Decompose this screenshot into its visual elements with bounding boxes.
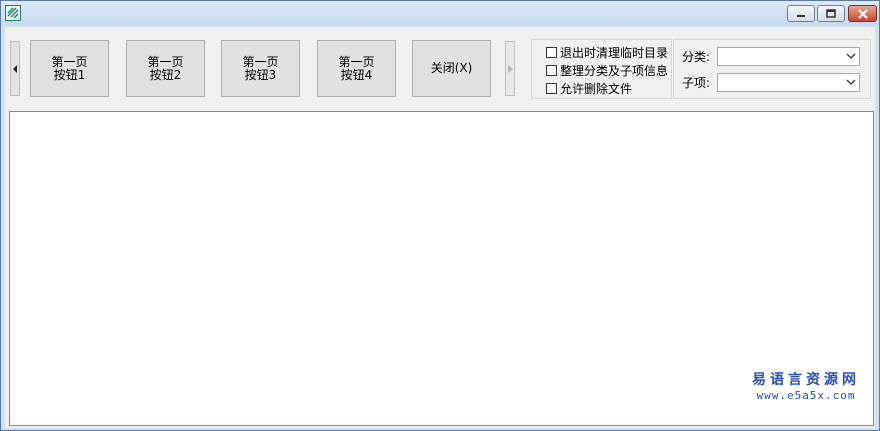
option-clean-temp-dir[interactable]: 退出时清理临时目录 bbox=[546, 45, 669, 60]
main-window: 第一页 按钮1 第一页 按钮2 第一页 按钮3 第一页 按钮4 关闭(X) 退出… bbox=[0, 0, 880, 431]
button-label: 关闭(X) bbox=[430, 61, 473, 75]
button-label-line1: 第一页 bbox=[242, 54, 279, 69]
button-label-line1: 第一页 bbox=[147, 54, 184, 69]
checkbox[interactable] bbox=[546, 82, 557, 94]
checkbox-label: 允许删除文件 bbox=[560, 81, 633, 96]
caret-left-icon bbox=[12, 64, 17, 73]
chevron-down-icon bbox=[846, 79, 856, 85]
close-window-button[interactable]: 关闭(X) bbox=[412, 40, 491, 97]
close-icon bbox=[857, 8, 868, 19]
option-organize-categories[interactable]: 整理分类及子项信息 bbox=[546, 63, 669, 78]
category-dropdown[interactable] bbox=[717, 47, 860, 66]
page1-button3[interactable]: 第一页 按钮3 bbox=[221, 40, 300, 97]
scroll-left-button[interactable] bbox=[10, 41, 20, 96]
maximize-button[interactable] bbox=[817, 5, 845, 22]
scroll-right-button[interactable] bbox=[505, 41, 515, 96]
watermark: 易语言资源网 www.e5a5x.com bbox=[746, 369, 866, 402]
page1-button1[interactable]: 第一页 按钮1 bbox=[30, 40, 109, 97]
button-label-line2: 按钮2 bbox=[149, 67, 182, 82]
watermark-cn: 易语言资源网 bbox=[752, 372, 860, 388]
button-label-line2: 按钮4 bbox=[340, 67, 373, 82]
checkbox-label: 整理分类及子项信息 bbox=[560, 63, 669, 78]
button-label-line1: 第一页 bbox=[338, 54, 375, 69]
close-button[interactable] bbox=[848, 5, 877, 22]
options-panel: 退出时清理临时目录 整理分类及子项信息 允许删除文件 bbox=[531, 39, 672, 99]
caret-right-icon bbox=[507, 64, 513, 73]
page1-button4[interactable]: 第一页 按钮4 bbox=[317, 40, 396, 97]
filter-panel: 分类: 子项: bbox=[673, 39, 871, 99]
page1-button2[interactable]: 第一页 按钮2 bbox=[126, 40, 205, 97]
chevron-down-icon bbox=[846, 53, 856, 59]
subitem-dropdown[interactable] bbox=[717, 73, 860, 92]
watermark-url: www.e5a5x.com bbox=[756, 389, 856, 402]
maximize-icon bbox=[826, 9, 836, 18]
minimize-button[interactable] bbox=[787, 5, 815, 22]
subitem-label: 子项: bbox=[682, 76, 711, 90]
title-bar[interactable] bbox=[1, 1, 879, 25]
checkbox[interactable] bbox=[546, 46, 557, 58]
app-icon bbox=[5, 5, 21, 21]
checkbox-label: 退出时清理临时目录 bbox=[560, 45, 669, 60]
button-label-line2: 按钮3 bbox=[244, 67, 277, 82]
category-label: 分类: bbox=[682, 50, 711, 64]
client-area: 第一页 按钮1 第一页 按钮2 第一页 按钮3 第一页 按钮4 关闭(X) 退出… bbox=[5, 27, 875, 428]
checkbox[interactable] bbox=[546, 64, 557, 76]
minimize-icon bbox=[797, 14, 805, 17]
button-label-line1: 第一页 bbox=[51, 54, 88, 69]
button-label-line2: 按钮1 bbox=[53, 67, 86, 82]
content-area[interactable] bbox=[9, 111, 874, 426]
option-allow-delete[interactable]: 允许删除文件 bbox=[546, 81, 633, 96]
